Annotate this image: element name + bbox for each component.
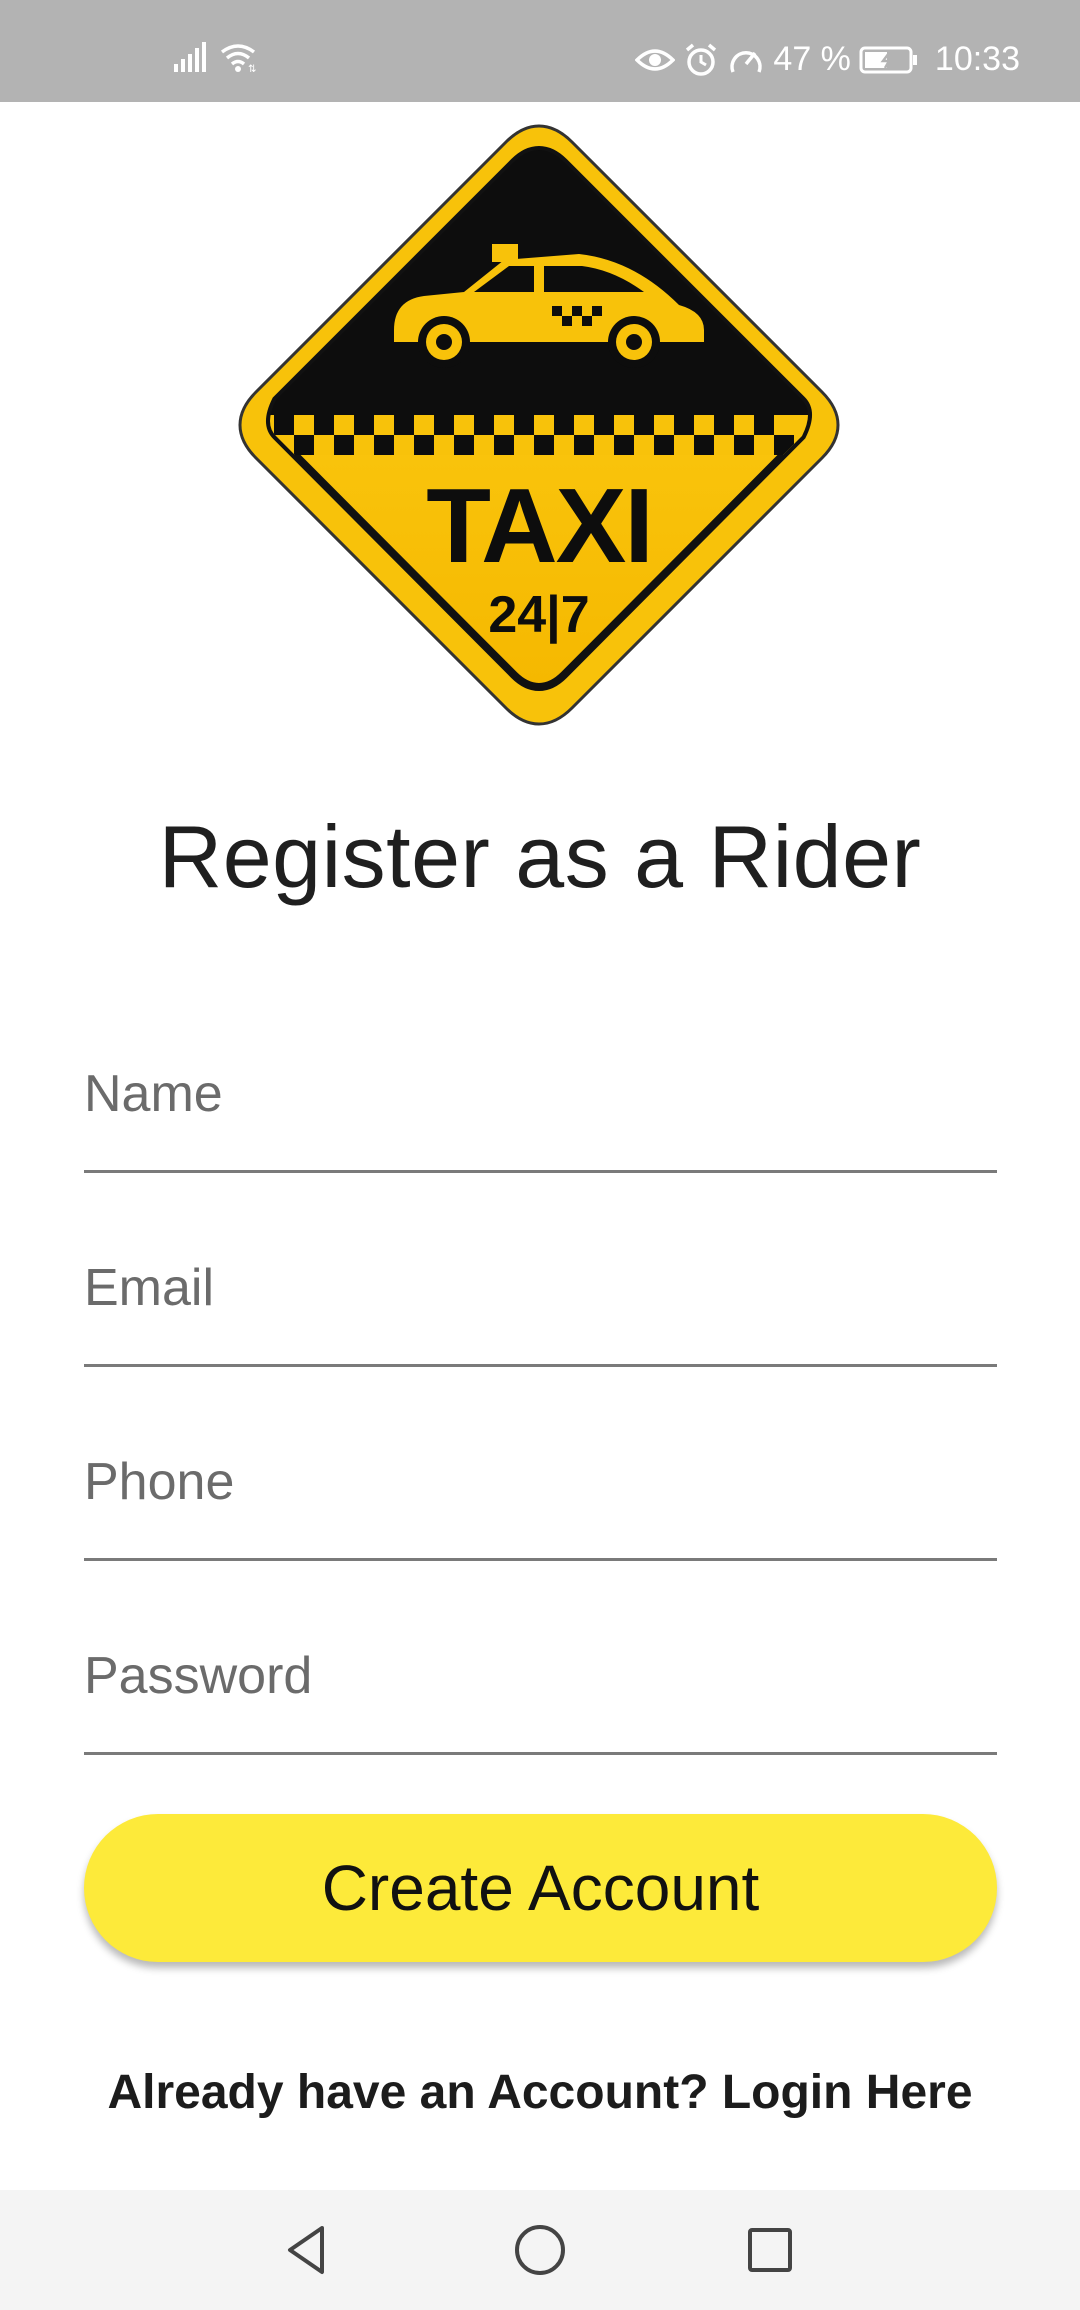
login-link[interactable]: Already have an Account? Login Here (0, 2065, 1080, 2120)
email-field[interactable] (84, 1234, 997, 1367)
password-input[interactable] (84, 1646, 997, 1706)
navigation-bar (0, 2190, 1080, 2310)
home-icon[interactable] (510, 2220, 570, 2280)
signal-icon (174, 42, 206, 72)
battery-icon (859, 46, 917, 73)
phone-input[interactable] (84, 1452, 997, 1512)
logo-hours-text: 24|7 (488, 586, 589, 644)
status-left: ⇅ (174, 42, 258, 72)
name-input[interactable] (84, 1064, 997, 1124)
password-field[interactable] (84, 1622, 997, 1755)
name-field[interactable] (84, 1040, 997, 1173)
status-time: 10:33 (934, 40, 1020, 78)
email-input[interactable] (84, 1258, 997, 1318)
taxi-logo: TAXI 24|7 (234, 120, 844, 730)
status-right: 47 % 10:33 (635, 40, 1020, 79)
alarm-icon (686, 43, 717, 76)
back-icon[interactable] (278, 2220, 338, 2280)
data-saver-icon (730, 50, 763, 73)
wifi-icon: ⇅ (220, 44, 256, 72)
recents-icon[interactable] (740, 2220, 800, 2280)
phone-field[interactable] (84, 1428, 997, 1561)
create-account-button[interactable]: Create Account (84, 1814, 997, 1962)
status-bar: ⇅ 47 % 10:33 (0, 0, 1080, 102)
logo-taxi-text: TAXI (426, 467, 652, 585)
page-title: Register as a Rider (158, 807, 922, 906)
register-screen: ⇅ 47 % 10:33 TAXI 24|7 Register as a Rid… (0, 0, 1080, 2310)
battery-percent: 47 % (773, 40, 851, 78)
svg-text:⇅: ⇅ (248, 64, 256, 72)
eye-icon (635, 48, 676, 71)
